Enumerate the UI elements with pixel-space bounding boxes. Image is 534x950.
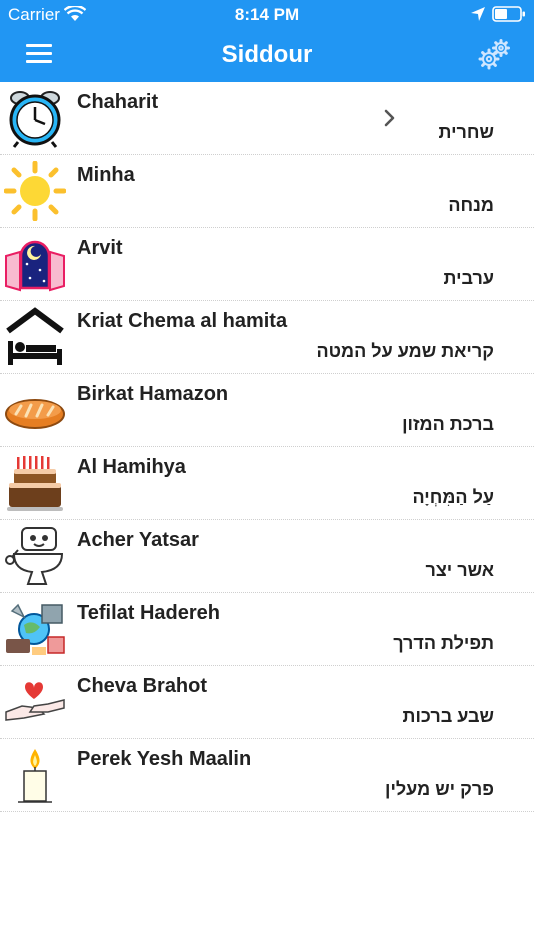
list-item[interactable]: Minha מנחה: [0, 155, 534, 228]
list-item[interactable]: Acher Yatsar אשר יצר: [0, 520, 534, 593]
prayer-title: Chaharit: [77, 91, 159, 113]
bed-icon: [6, 307, 64, 365]
prayer-hebrew: ברכת המזון: [402, 414, 494, 434]
list-item[interactable]: Kriat Chema al hamita קריאת שמע על המטה: [0, 301, 534, 374]
gears-icon[interactable]: [476, 38, 512, 72]
chevron-right-icon: [384, 109, 395, 127]
list-item[interactable]: Birkat Hamazon ברכת המזון: [0, 374, 534, 447]
night-window-icon: [5, 240, 65, 292]
prayer-list: Chaharit שחרית Minha מנחה Arvit ערבית Kr…: [0, 82, 534, 812]
prayer-hebrew: שחרית: [438, 122, 494, 142]
prayer-title: Perek Yesh Maalin: [77, 748, 252, 770]
prayer-title: Minha: [77, 164, 135, 186]
prayer-title: Kriat Chema al hamita: [77, 310, 288, 332]
location-arrow-icon: [471, 7, 485, 21]
prayer-title: Birkat Hamazon: [77, 383, 229, 405]
prayer-hebrew: מנחה: [448, 195, 494, 215]
status-bar: Carrier 8:14 PM: [0, 0, 534, 30]
toilet-icon: [5, 527, 64, 585]
list-item[interactable]: Chaharit שחרית: [0, 82, 534, 155]
prayer-title: Cheva Brahot: [77, 675, 208, 697]
prayer-title: Acher Yatsar: [77, 529, 199, 551]
prayer-hebrew: ערבית: [443, 268, 494, 288]
prayer-title: Al Hamihya: [77, 456, 186, 478]
battery-icon: [492, 6, 525, 22]
prayer-hebrew: פרק יש מעלין: [385, 779, 494, 799]
wedding-hands-icon: [5, 682, 65, 721]
bread-icon: [5, 399, 65, 429]
prayer-hebrew: עַל הַמִּחְיָה: [412, 487, 495, 507]
status-time: 8:14 PM: [234, 5, 300, 24]
list-item[interactable]: Cheva Brahot שבע ברכות: [0, 666, 534, 739]
travel-icon: [6, 603, 65, 655]
list-item[interactable]: Al Hamihya עַל הַמִּחְיָה: [0, 447, 534, 520]
cake-icon: [7, 456, 63, 511]
list-item[interactable]: Arvit ערבית: [0, 228, 534, 301]
prayer-hebrew: שבע ברכות: [402, 706, 494, 726]
nav-bar: Siddour: [0, 30, 534, 82]
page-title: Siddour: [221, 41, 313, 68]
alarm-clock-icon: [9, 91, 61, 148]
list-item[interactable]: Tefilat Hadereh תפילת הדרך: [0, 593, 534, 666]
prayer-title: Arvit: [77, 237, 123, 259]
prayer-hebrew: תפילת הדרך: [393, 633, 494, 653]
candle-icon: [18, 749, 52, 803]
prayer-hebrew: אשר יצר: [425, 560, 494, 580]
prayer-title: Tefilat Hadereh: [77, 602, 220, 624]
prayer-hebrew: קריאת שמע על המטה: [316, 341, 495, 361]
sun-icon: [4, 161, 66, 221]
list-item[interactable]: Perek Yesh Maalin פרק יש מעלין: [0, 739, 534, 812]
